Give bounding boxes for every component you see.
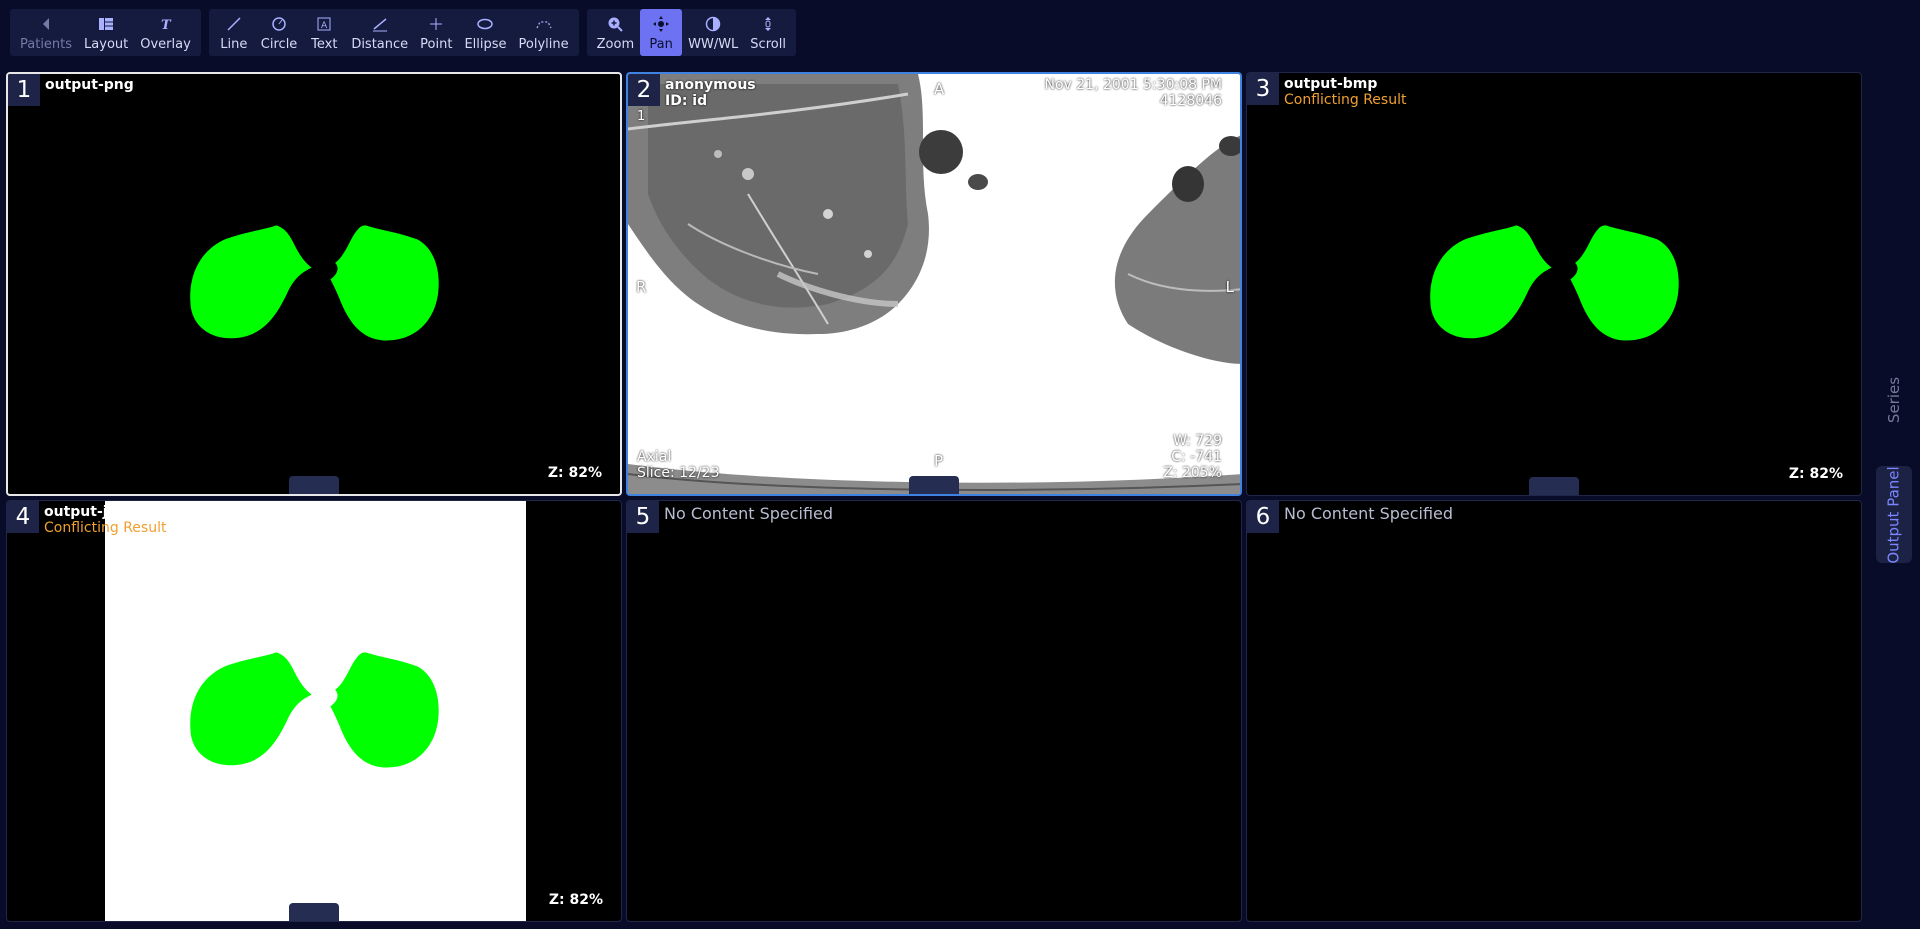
viewport-number: 4 [7, 501, 39, 533]
viewport-number: 2 [628, 74, 660, 106]
scroll-icon [757, 15, 779, 33]
toolbar: Patients Layout T Overlay Line Circle A … [10, 9, 796, 56]
viewport-number: 5 [627, 501, 659, 533]
accession-number: 4128046 [1159, 93, 1222, 109]
viewport-title: output-jpeg [44, 504, 138, 520]
viewport-number: 6 [1247, 501, 1279, 533]
conflict-status: Conflicting Result [44, 520, 167, 536]
viewport-2[interactable]: 2 anonymous ID: id 1 Nov 21, 2001 5:30:0… [626, 72, 1242, 496]
output-panel-tab-label: Output Panel [1885, 465, 1903, 564]
line-tool-button[interactable]: Line [213, 9, 255, 56]
lung-segmentation-image [190, 225, 439, 341]
viewport-5[interactable]: 5 No Content Specified [626, 500, 1242, 922]
viewport-1[interactable]: 1 output-png Z: 82% [6, 72, 622, 496]
polyline-icon [533, 15, 555, 33]
orientation-left: R [636, 278, 647, 296]
patients-button[interactable]: Patients [14, 9, 78, 56]
zoom-readout: Z: 205% [1163, 465, 1222, 481]
ellipse-icon [474, 15, 496, 33]
patient-name: anonymous [665, 77, 756, 93]
empty-viewport-message: No Content Specified [664, 504, 834, 523]
orientation-right: L [1225, 278, 1234, 296]
window-width-readout: W: 729 [1173, 433, 1222, 449]
zoom-readout: Z: 82% [547, 465, 602, 481]
nav-toolgroup: Patients Layout T Overlay [10, 9, 201, 56]
viewport-handle[interactable] [1529, 477, 1579, 495]
circle-icon [268, 15, 290, 33]
zoom-button[interactable]: Zoom [591, 9, 640, 56]
viewport-title: output-bmp [1284, 76, 1378, 92]
series-tab-label: Series [1885, 376, 1904, 424]
viewport-title: output-png [45, 77, 134, 93]
lung-segmentation-image [1430, 225, 1679, 341]
text-overlay-icon: T [155, 15, 177, 33]
patient-id: ID: id [665, 93, 708, 109]
pan-icon [650, 15, 672, 33]
empty-viewport-message: No Content Specified [1284, 504, 1454, 523]
viewport-number: 1 [8, 74, 40, 106]
viewport-handle[interactable] [289, 903, 339, 921]
ellipse-tool-button[interactable]: Ellipse [458, 9, 512, 56]
study-datetime: Nov 21, 2001 5:30:08 PM [1044, 77, 1222, 93]
text-box-icon: A [313, 15, 335, 33]
lung-segmentation-image [190, 652, 439, 768]
viewport-3[interactable]: 3 output-bmp Conflicting Result Z: 82% [1246, 72, 1862, 496]
window-level-button[interactable]: WW/WL [682, 9, 744, 56]
point-tool-button[interactable]: Point [414, 9, 458, 56]
viewport-handle[interactable] [909, 476, 959, 494]
layout-button[interactable]: Layout [78, 9, 134, 56]
series-tab[interactable]: Series [1876, 370, 1912, 430]
viewport-number: 3 [1247, 73, 1279, 105]
window-center-readout: C: -741 [1171, 449, 1222, 465]
layout-grid-icon [95, 15, 117, 33]
circle-tool-button[interactable]: Circle [255, 9, 304, 56]
pan-button[interactable]: Pan [640, 9, 683, 56]
contrast-icon [702, 15, 724, 33]
line-icon [223, 15, 245, 33]
chevron-left-icon [35, 15, 57, 33]
distance-icon [369, 15, 391, 33]
orientation-bottom: P [934, 452, 944, 470]
image-index: 1 [637, 109, 646, 124]
plane-label: Axial [637, 449, 672, 465]
scroll-button[interactable]: Scroll [744, 9, 792, 56]
overlay-button[interactable]: T Overlay [134, 9, 197, 56]
zoom-icon [604, 15, 626, 33]
view-toolgroup: Zoom Pan WW/WL Scroll [586, 9, 796, 56]
viewport-handle[interactable] [289, 476, 339, 494]
svg-text:A: A [321, 21, 328, 31]
svg-text:T: T [161, 18, 172, 31]
ct-scan-image [628, 74, 1240, 494]
text-tool-button[interactable]: A Text [303, 9, 345, 56]
conflict-status: Conflicting Result [1284, 92, 1407, 108]
orientation-top: A [934, 80, 945, 98]
polyline-tool-button[interactable]: Polyline [513, 9, 575, 56]
zoom-readout: Z: 82% [548, 892, 603, 908]
output-panel-tab[interactable]: Output Panel [1876, 466, 1912, 563]
annotation-toolgroup: Line Circle A Text Distance Point Ellips… [208, 9, 579, 56]
slice-readout: Slice: 12/23 [637, 465, 720, 481]
zoom-readout: Z: 82% [1788, 466, 1843, 482]
distance-tool-button[interactable]: Distance [345, 9, 414, 56]
viewport-4[interactable]: 4 output-jpeg Conflicting Result Z: 82% [6, 500, 622, 922]
viewport-6[interactable]: 6 No Content Specified [1246, 500, 1862, 922]
point-icon [425, 15, 447, 33]
